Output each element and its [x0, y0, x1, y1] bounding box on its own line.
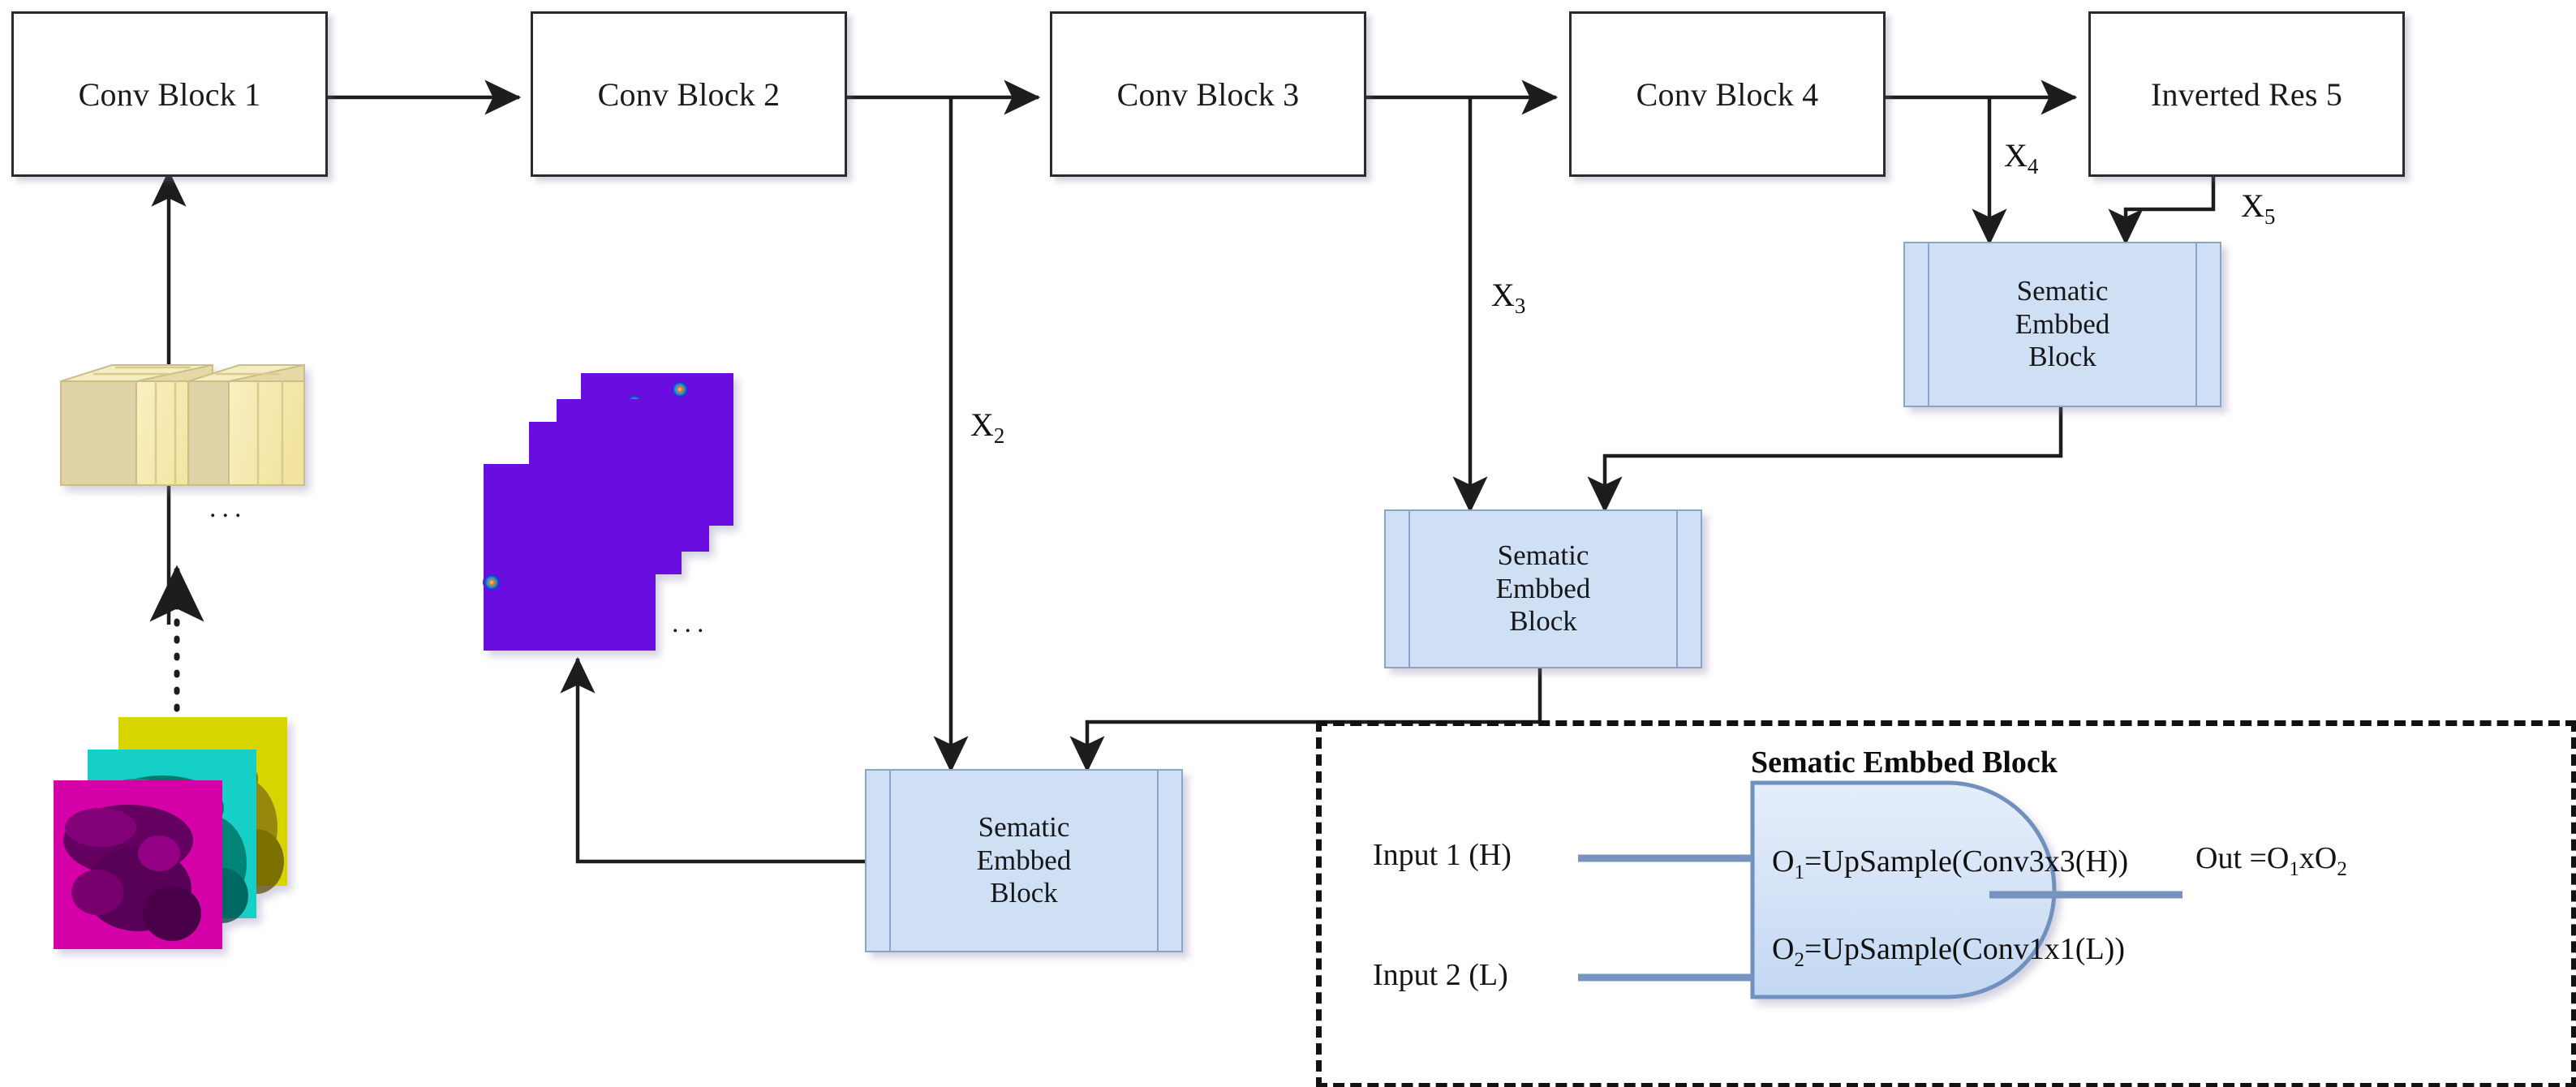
out-mid: xO — [2299, 841, 2337, 875]
seb-top-line1: Sematic — [2016, 274, 2109, 307]
seb-bottom-line3: Block — [990, 877, 1058, 909]
sematic-embed-block-mid[interactable]: Sematic Embbed Block — [1384, 509, 1702, 668]
x2-base: X — [970, 406, 994, 443]
out-sub2: 2 — [2337, 858, 2347, 880]
seb-mid-line1: Sematic — [1497, 539, 1589, 571]
formula2-base: O — [1772, 932, 1795, 966]
skip-label-x2: X2 — [970, 406, 1004, 448]
x3-base: X — [1491, 277, 1515, 313]
sematic-embed-block-bottom[interactable]: Sematic Embbed Block — [865, 769, 1183, 952]
x4-sub: 4 — [2027, 154, 2039, 178]
seb-right-bar — [1676, 511, 1678, 667]
x5-sub: 5 — [2264, 204, 2276, 229]
skip-label-x4: X4 — [2004, 136, 2038, 178]
legend-input1-label: Input 1 (H) — [1373, 838, 1512, 872]
out-sub1: 1 — [2289, 858, 2299, 880]
inverted-res-5-label: Inverted Res 5 — [2150, 75, 2343, 113]
diagram-canvas: Conv Block 1 Conv Block 2 Conv Block 3 C… — [0, 0, 2576, 1087]
formula1-rest: =UpSample(Conv3x3(H)) — [1804, 844, 2129, 879]
seb-mid-line2: Embbed — [1495, 572, 1591, 604]
conv-block-2[interactable]: Conv Block 2 — [531, 11, 847, 177]
x5-base: X — [2241, 187, 2264, 224]
featuremaps-ellipsis-text: ... — [672, 608, 710, 638]
seb-left-bar — [1928, 243, 1929, 406]
seb-top-line3: Block — [2028, 341, 2096, 373]
conv-block-4-label: Conv Block 4 — [1636, 75, 1819, 113]
x2-sub: 2 — [993, 423, 1005, 448]
legend-title: Sematic Embbed Block — [1751, 745, 2058, 780]
seb-right-bar — [1157, 771, 1159, 951]
conv-block-1[interactable]: Conv Block 1 — [11, 11, 328, 177]
legend-formula-2: O2=UpSample(Conv1x1(L)) — [1772, 931, 2125, 971]
skip-label-x5: X5 — [2241, 187, 2275, 229]
filters-ellipsis: ... — [209, 495, 247, 522]
seb-top-line2: Embbed — [2015, 307, 2110, 340]
conv-block-4[interactable]: Conv Block 4 — [1569, 11, 1886, 177]
out-prefix: Out =O — [2195, 841, 2290, 875]
seb-left-bar — [889, 771, 891, 951]
seb-mid-line3: Block — [1509, 605, 1577, 638]
x3-sub: 3 — [1514, 294, 1526, 318]
conv-block-2-label: Conv Block 2 — [597, 75, 781, 113]
legend-input2-label: Input 2 (L) — [1373, 958, 1508, 992]
legend-formula-1: O1=UpSample(Conv3x3(H)) — [1772, 844, 2129, 883]
inverted-res-5[interactable]: Inverted Res 5 — [2088, 11, 2405, 177]
seb-bottom-line2: Embbed — [976, 844, 1072, 876]
conv-block-3-label: Conv Block 3 — [1116, 75, 1300, 113]
seb-left-bar — [1408, 511, 1410, 667]
featuremaps-ellipsis: ... — [672, 610, 710, 638]
sematic-embed-block-top[interactable]: Sematic Embbed Block — [1903, 242, 2221, 407]
seb-right-bar — [2195, 243, 2197, 406]
formula2-rest: =UpSample(Conv1x1(L)) — [1804, 932, 2125, 966]
formula1-base: O — [1772, 844, 1795, 879]
seb-bottom-line1: Sematic — [978, 810, 1070, 843]
conv-block-3[interactable]: Conv Block 3 — [1050, 11, 1366, 177]
formula2-sub: 2 — [1794, 949, 1804, 971]
filters-ellipsis-text: ... — [209, 493, 247, 523]
legend-output-label: Out =O1xO2 — [2195, 840, 2347, 880]
conv-block-1-label: Conv Block 1 — [78, 75, 261, 113]
skip-label-x3: X3 — [1491, 276, 1525, 318]
formula1-sub: 1 — [1794, 861, 1804, 883]
x4-base: X — [2004, 137, 2028, 174]
